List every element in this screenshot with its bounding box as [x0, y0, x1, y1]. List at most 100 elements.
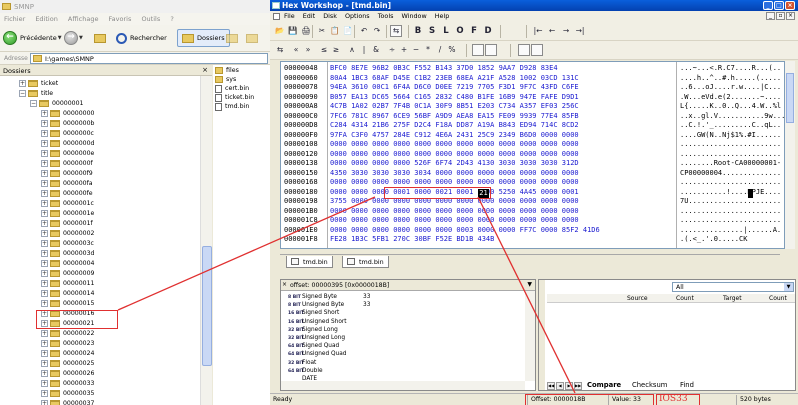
- tree-item[interactable]: + ticket: [19, 78, 58, 88]
- expand-icon[interactable]: +: [41, 279, 48, 287]
- inspector-row[interactable]: 8 BITUnsigned Byte 33: [288, 301, 370, 309]
- menu-outils[interactable]: Outils: [141, 15, 160, 23]
- folders-button[interactable]: Dossiers: [177, 29, 230, 47]
- menu-favoris[interactable]: Favoris: [109, 15, 132, 23]
- expand-icon[interactable]: +: [41, 229, 48, 237]
- hex-row[interactable]: 00000060 80A4 1BC3 68AF D45E C1B2 23EB 68…: [281, 73, 781, 83]
- go-back-button[interactable]: ←: [546, 25, 558, 37]
- inspector-row[interactable]: 16 BITSigned Short: [288, 309, 339, 317]
- hex-row[interactable]: 00000108 0000 0000 0000 0000 0000 0000 00…: [281, 139, 781, 149]
- menu-window[interactable]: Window: [401, 12, 426, 20]
- first-tab-icon[interactable]: ◀◀: [547, 382, 555, 390]
- menu-edit[interactable]: Edit: [303, 12, 315, 20]
- menu-help[interactable]: Help: [435, 12, 450, 20]
- expand-icon[interactable]: +: [41, 219, 48, 227]
- hex-row[interactable]: 00000180 0000 0000 0000 0001 0000 0021 00…: [281, 187, 781, 197]
- tree-item[interactable]: +0000000d: [41, 138, 94, 148]
- not-op-button[interactable]: ∻: [386, 44, 398, 56]
- menu-file[interactable]: File: [284, 12, 295, 20]
- file-item[interactable]: files: [215, 66, 239, 75]
- expand-icon[interactable]: +: [41, 369, 48, 377]
- expand-icon[interactable]: +: [41, 209, 48, 217]
- hex-row[interactable]: 000001F8 FE28 1B3C 5FB1 270C 30BF F52E BD…: [281, 234, 781, 244]
- tree-item[interactable]: +000000fa: [41, 178, 93, 188]
- goto-icon[interactable]: [518, 44, 530, 56]
- inspector-row[interactable]: 64 BITSigned Quad: [288, 342, 339, 350]
- expand-icon[interactable]: +: [41, 299, 48, 307]
- hex-row[interactable]: 000001C8 0000 0000 0000 0000 0000 0000 00…: [281, 215, 781, 225]
- expand-icon[interactable]: +: [41, 109, 48, 117]
- inspector-row[interactable]: 64 BITUnsigned Quad: [288, 350, 346, 358]
- tab-tmd-bin-1[interactable]: tmd.bin: [286, 256, 333, 268]
- tree-item[interactable]: +0000000b: [41, 118, 94, 128]
- and-op-button[interactable]: ∧: [346, 44, 358, 56]
- tree-item[interactable]: +00000024: [41, 348, 95, 358]
- inspector-hscrollbar[interactable]: [281, 381, 525, 390]
- expand-icon[interactable]: +: [19, 79, 26, 87]
- col-source[interactable]: Source: [627, 295, 648, 302]
- subtract-button[interactable]: −: [410, 44, 422, 56]
- tree-item[interactable]: +00000015: [41, 298, 95, 308]
- hex-row[interactable]: 00000120 0000 0000 0000 0000 0000 0000 00…: [281, 149, 781, 159]
- redo-button[interactable]: ↷: [371, 25, 383, 37]
- expand-icon[interactable]: +: [41, 379, 48, 387]
- tree-item[interactable]: +0000001f: [41, 218, 93, 228]
- expand-icon[interactable]: +: [41, 329, 48, 337]
- expand-icon[interactable]: +: [41, 389, 48, 397]
- expand-icon[interactable]: +: [41, 399, 48, 405]
- back-button[interactable]: ← Précédente ▼: [3, 29, 62, 47]
- tab-tmd-bin-2[interactable]: tmd.bin: [342, 256, 389, 268]
- hex-row[interactable]: 00000138 0000 0000 0000 0000 526F 6F74 2D…: [281, 158, 781, 168]
- divide-button[interactable]: /: [434, 44, 446, 56]
- xor-op-button[interactable]: &: [370, 44, 382, 56]
- tab-find[interactable]: Find: [680, 381, 694, 389]
- file-item[interactable]: ticket.bin: [215, 93, 254, 102]
- undo-button[interactable]: ↶: [358, 25, 370, 37]
- hex-row[interactable]: 000001B0 0000 0000 0000 0000 0000 0000 00…: [281, 206, 781, 216]
- move-to-button[interactable]: [226, 29, 241, 47]
- rotate-right-button[interactable]: ≥: [330, 44, 342, 56]
- prev-tab-icon[interactable]: ◀: [556, 382, 564, 390]
- col-count[interactable]: Count: [676, 295, 694, 302]
- hex-row[interactable]: 00000048 BFC0 8E7E 96B2 0B3C F552 B143 37…: [281, 63, 781, 73]
- tree-scrollbar[interactable]: [200, 76, 212, 405]
- collapse-icon[interactable]: −: [30, 99, 37, 107]
- maximize-button[interactable]: □: [774, 1, 784, 10]
- compare-button[interactable]: ⇆: [390, 25, 402, 37]
- expand-icon[interactable]: +: [41, 189, 48, 197]
- expand-icon[interactable]: +: [41, 269, 48, 277]
- or-op-button[interactable]: |: [358, 44, 370, 56]
- save-button[interactable]: 💾: [287, 25, 299, 37]
- expand-icon[interactable]: +: [41, 339, 48, 347]
- doc-close-button[interactable]: ×: [786, 12, 795, 20]
- tree-item[interactable]: +0000001e: [41, 208, 94, 218]
- add-button[interactable]: +: [398, 44, 410, 56]
- hex-row[interactable]: 00000150 4350 3030 3030 3030 3034 0000 00…: [281, 168, 781, 178]
- expand-icon[interactable]: +: [41, 259, 48, 267]
- tree-item[interactable]: +00000025: [41, 358, 95, 368]
- tree-item[interactable]: +0000003d: [41, 248, 94, 258]
- tree-item[interactable]: +00000023: [41, 338, 95, 348]
- doc-restore-button[interactable]: ▫: [776, 12, 785, 20]
- tree-item[interactable]: − 00000001: [30, 98, 84, 108]
- chevron-down-icon[interactable]: ▼: [527, 281, 532, 288]
- minimize-button[interactable]: _: [763, 1, 773, 10]
- bookmark-d-button[interactable]: D: [482, 25, 494, 37]
- bookmark-o-button[interactable]: O: [454, 25, 466, 37]
- tree-item[interactable]: +000000fe: [41, 188, 93, 198]
- next-tab-icon[interactable]: ▶: [565, 382, 573, 390]
- expand-icon[interactable]: +: [41, 249, 48, 257]
- address-input[interactable]: I:\games\SMNP: [30, 53, 268, 64]
- hex-scroll-thumb[interactable]: [786, 73, 794, 123]
- hex-row[interactable]: 00000078 94EA 3610 00C1 6F4A D6C0 D0EE 72…: [281, 82, 781, 92]
- menu-tools[interactable]: Tools: [378, 12, 394, 20]
- menu-help[interactable]: ?: [170, 15, 173, 23]
- inspector-row[interactable]: 32 BITFloat: [288, 359, 316, 367]
- expand-icon[interactable]: +: [41, 199, 48, 207]
- tree-item[interactable]: +0000003c: [41, 238, 94, 248]
- expand-icon[interactable]: +: [41, 169, 48, 177]
- tree-item[interactable]: +0000000f: [41, 158, 93, 168]
- expand-icon[interactable]: +: [41, 119, 48, 127]
- hex-row[interactable]: 000000C0 7FC6 781C 8967 6CE9 56BF A9D9 AE…: [281, 111, 784, 121]
- hex-row[interactable]: 000000D8 C284 4314 21B6 275F D2C4 F18A DD…: [281, 120, 781, 130]
